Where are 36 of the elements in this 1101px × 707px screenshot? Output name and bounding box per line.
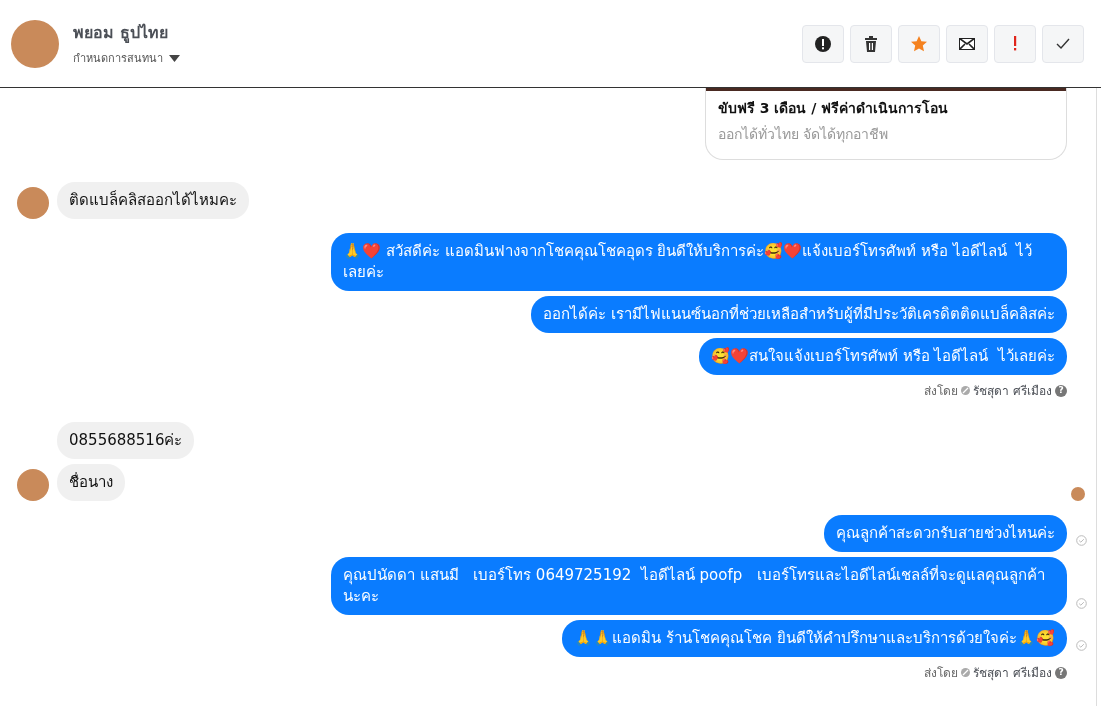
card-subtitle: ออกได้ทั่วไทย จัดได้ทุกอาชีพ <box>718 124 890 145</box>
agent-name: รัชสุดา ศรีเมือง <box>973 665 1052 682</box>
star-button[interactable] <box>898 24 940 63</box>
message-bubble: คุณปนัดดา แสนมี เบอร์โทร 0649725192 ไอดีไลน์ poofp เบอร์โทรและไอดีไลน์เชลล์ที่จะดูแลคุณลูกค้านะคะ <box>331 557 1067 615</box>
help-icon[interactable]: ? <box>1055 666 1067 679</box>
message-bubble: 🙏❤ สวัสดีค่ะ แอดมินฟางจากโชคคุณโชคอุดร ยินดีให้บริการค่ะ🥰❤แจ้งเบอร์โทรศัพท์ หรือ ไอดีไลน์ ไว้เลยค่ะ <box>331 233 1067 291</box>
message-bubble: ออกได้ค่ะ เรามีไฟแนนซ์นอกที่ช่วยเหลือสำหรับผู้ที่มีประวัติเครดิตติดแบล็คลิสค่ะ <box>531 296 1067 333</box>
alert-icon <box>815 35 831 52</box>
alert-button[interactable] <box>802 24 844 63</box>
message-bubble: ชื่อนาง <box>57 464 125 501</box>
trash-icon <box>864 35 878 52</box>
caret-icon <box>169 54 180 62</box>
mail-button[interactable] <box>946 24 988 63</box>
agent-icon <box>961 386 971 395</box>
message-bubble: 0855688516ค่ะ <box>57 422 195 459</box>
message-bubble: คุณลูกค้าสะดวกรับสายช่วงไหนค่ะ <box>824 515 1067 552</box>
message-bubble: 🙏🙏แอดมิน ร้านโชคคุณโชค ยินดีให้คำปรึกษาและบริการด้วยใจค่ะ🙏🥰 <box>562 620 1067 657</box>
agent-icon <box>961 668 971 677</box>
message-bubble: 🥰❤สนใจแจ้งเบอร์โทรศัพท์ หรือ ไอดีไลน์ ไว้เลยค่ะ <box>698 338 1067 375</box>
agent-name: รัชสุดา ศรีเมือง <box>973 383 1052 400</box>
avatar <box>17 469 49 501</box>
trash-button[interactable] <box>850 24 892 63</box>
contact-name: พยอม ธูปไทย <box>73 22 169 45</box>
seen-avatar <box>1071 487 1085 501</box>
sent-by-label: ส่งโดย <box>924 665 959 682</box>
message-bubble: ติดแบล็คลิสออกได้ไหมคะ <box>57 182 249 219</box>
avatar <box>11 19 59 68</box>
checkmark-icon <box>1056 38 1070 49</box>
exclamation-icon <box>1013 36 1017 51</box>
envelope-icon <box>959 37 975 50</box>
card-title: ขับฟรี 3 เดือน / ฟรีค่าดำเนินการโอน <box>718 98 950 118</box>
sent-by-label: ส่งโดย <box>924 383 959 400</box>
conversation-menu[interactable]: กำหนดการสนทนา <box>73 49 180 67</box>
star-icon <box>911 35 927 52</box>
help-icon[interactable]: ? <box>1055 384 1067 397</box>
avatar <box>17 187 49 219</box>
